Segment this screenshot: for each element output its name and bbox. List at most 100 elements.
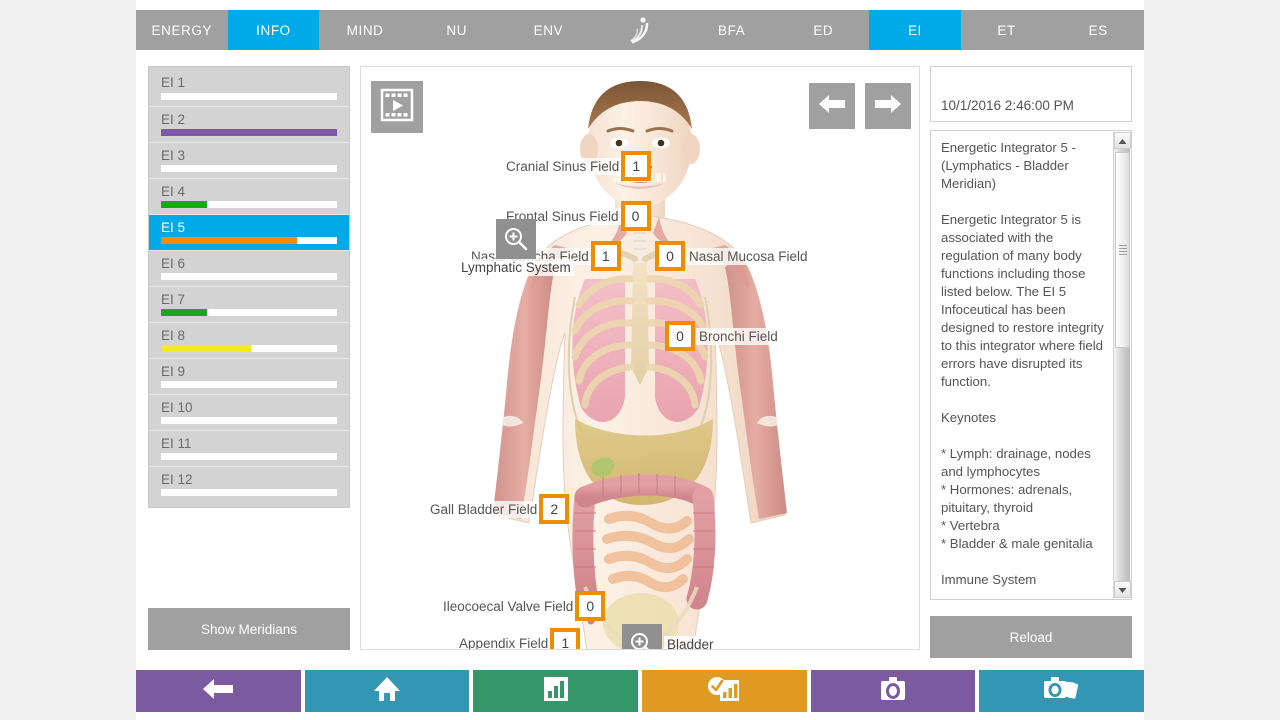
ei-item-label: EI 6 (161, 256, 186, 271)
main-tab-bar: ENERGY INFO MIND NU ENV BFA ED EI ET ES (136, 10, 1144, 50)
camera-stack-button[interactable] (979, 670, 1145, 712)
reload-button[interactable]: Reload (930, 616, 1132, 658)
timestamp-value: 10/1/2016 2:46:00 PM (941, 98, 1074, 113)
ei-item-progress-track (161, 417, 337, 424)
ei-item-progress-track (161, 93, 337, 100)
tab-label: EI (907, 22, 922, 38)
ei-item-progress-track (161, 345, 337, 352)
ei-list-item[interactable]: EI 10 (149, 394, 349, 430)
chart-button[interactable] (473, 670, 639, 712)
reload-label: Reload (1009, 629, 1053, 645)
scroll-up-button[interactable] (1114, 132, 1131, 149)
ei-list-item[interactable]: EI 8 (149, 322, 349, 358)
tab-env[interactable]: ENV (503, 10, 595, 50)
film-play-icon (380, 88, 414, 127)
field-label: Nasal Mucosa Field (686, 247, 811, 265)
integrator-description-box: Energetic Integrator 5 - (Lymphatics - B… (930, 130, 1132, 600)
description-scrollbar[interactable] (1113, 132, 1131, 598)
ei-item-label: EI 11 (161, 436, 192, 451)
ei-item-label: EI 2 (161, 112, 186, 127)
ei-item-label: EI 8 (161, 328, 186, 343)
ei-item-progress-fill (161, 309, 207, 316)
tab-label: NU (446, 22, 468, 38)
field-marker-ileocoecal-valve[interactable]: Ileocoecal Valve Field 0 (440, 591, 606, 621)
scrollbar-thumb[interactable] (1115, 152, 1130, 348)
field-value: 2 (539, 494, 570, 524)
field-value: 0 (575, 591, 606, 621)
ei-list-item[interactable]: EI 6 (149, 250, 349, 286)
ei-list-item[interactable]: EI 7 (149, 286, 349, 322)
scroll-down-button[interactable] (1114, 581, 1131, 598)
field-marker-cranial-sinus[interactable]: Cranial Sinus Field 1 (503, 151, 652, 181)
ei-list-item[interactable]: EI 1 (149, 70, 349, 106)
magnifier-bladder[interactable]: Bladder (622, 624, 717, 649)
ei-item-progress-track (161, 273, 337, 280)
ei-list-item[interactable]: EI 3 (149, 142, 349, 178)
previous-button[interactable] (809, 83, 855, 129)
field-marker-appendix[interactable]: Appendix Field 1 (456, 628, 581, 649)
ei-list-item[interactable]: EI 11 (149, 430, 349, 466)
ei-list-item[interactable]: EI 12 (149, 466, 349, 502)
arrow-left-icon (200, 677, 236, 706)
swoosh-logo-icon (627, 15, 653, 45)
field-marker-gall-bladder[interactable]: Gall Bladder Field 2 (427, 494, 570, 524)
home-button[interactable] (304, 670, 470, 712)
scrollbar-grip (1119, 245, 1127, 255)
ei-item-progress-track (161, 489, 337, 496)
field-marker-nasal-mucosa[interactable]: 0 Nasal Mucosa Field (655, 241, 811, 271)
tab-bfa[interactable]: BFA (686, 10, 778, 50)
ei-list-item[interactable]: EI 2 (149, 106, 349, 142)
field-marker-bronchi[interactable]: 0 Bronchi Field (665, 321, 781, 351)
tab-label: BFA (718, 22, 746, 38)
ei-item-label: EI 4 (161, 184, 186, 199)
tab-logo[interactable] (594, 10, 686, 50)
tab-es[interactable]: ES (1052, 10, 1144, 50)
field-label: Gall Bladder Field (427, 500, 541, 518)
tab-mind[interactable]: MIND (319, 10, 411, 50)
magnifier-plus-icon (622, 624, 662, 649)
tab-label: ET (997, 22, 1016, 38)
tab-et[interactable]: ET (961, 10, 1053, 50)
tab-info[interactable]: INFO (227, 10, 320, 50)
tab-label: MIND (346, 22, 384, 38)
home-icon (372, 675, 402, 708)
ei-item-progress-track (161, 201, 337, 208)
tab-ed[interactable]: ED (777, 10, 869, 50)
camera-button[interactable] (810, 670, 976, 712)
bottom-toolbar (136, 670, 1145, 712)
body-diagram-panel: Cranial Sinus Field 1 Frontal Sinus Fiel… (360, 66, 920, 650)
tab-nu[interactable]: NU (411, 10, 503, 50)
content-area: EI 1 EI 2 EI 3 EI 4 EI 5 EI 6 EI 7 EI 8 EI 9 EI 1… (136, 58, 1144, 658)
field-value: 0 (665, 321, 695, 351)
ei-item-progress-fill (161, 237, 297, 244)
tab-ei[interactable]: EI (869, 10, 961, 50)
show-meridians-label: Show Meridians (200, 621, 298, 637)
ei-list-item[interactable]: EI 4 (149, 178, 349, 214)
show-meridians-button[interactable]: Show Meridians (148, 608, 350, 650)
navigation-arrows (809, 83, 911, 129)
ei-list-item[interactable]: EI 9 (149, 358, 349, 394)
tab-label: ES (1088, 22, 1108, 38)
magnifier-lymphatic-system[interactable]: Lymphatic System (458, 219, 574, 276)
field-value: 0 (620, 201, 651, 231)
arrow-left-icon (817, 93, 847, 120)
ei-item-progress-track (161, 165, 337, 172)
magnifier-plus-icon (495, 219, 536, 259)
magnifier-label: Bladder (664, 635, 717, 649)
field-value: 1 (590, 241, 621, 271)
tab-label: ED (813, 22, 834, 38)
tab-energy[interactable]: ENERGY (136, 10, 228, 50)
ei-item-progress-fill (161, 345, 251, 352)
triangle-down-icon (1118, 581, 1127, 599)
ei-item-label: EI 1 (161, 75, 186, 90)
bar-chart-icon (542, 675, 570, 708)
ei-item-progress-track (161, 381, 337, 388)
film-play-button[interactable] (371, 81, 423, 133)
back-button[interactable] (136, 670, 301, 712)
next-button[interactable] (865, 83, 911, 129)
check-chart-button[interactable] (642, 670, 807, 712)
ei-list-item[interactable]: EI 5 (149, 214, 349, 250)
tab-label: ENV (533, 22, 564, 38)
field-value: 1 (621, 151, 652, 181)
arrow-right-icon (873, 93, 903, 120)
